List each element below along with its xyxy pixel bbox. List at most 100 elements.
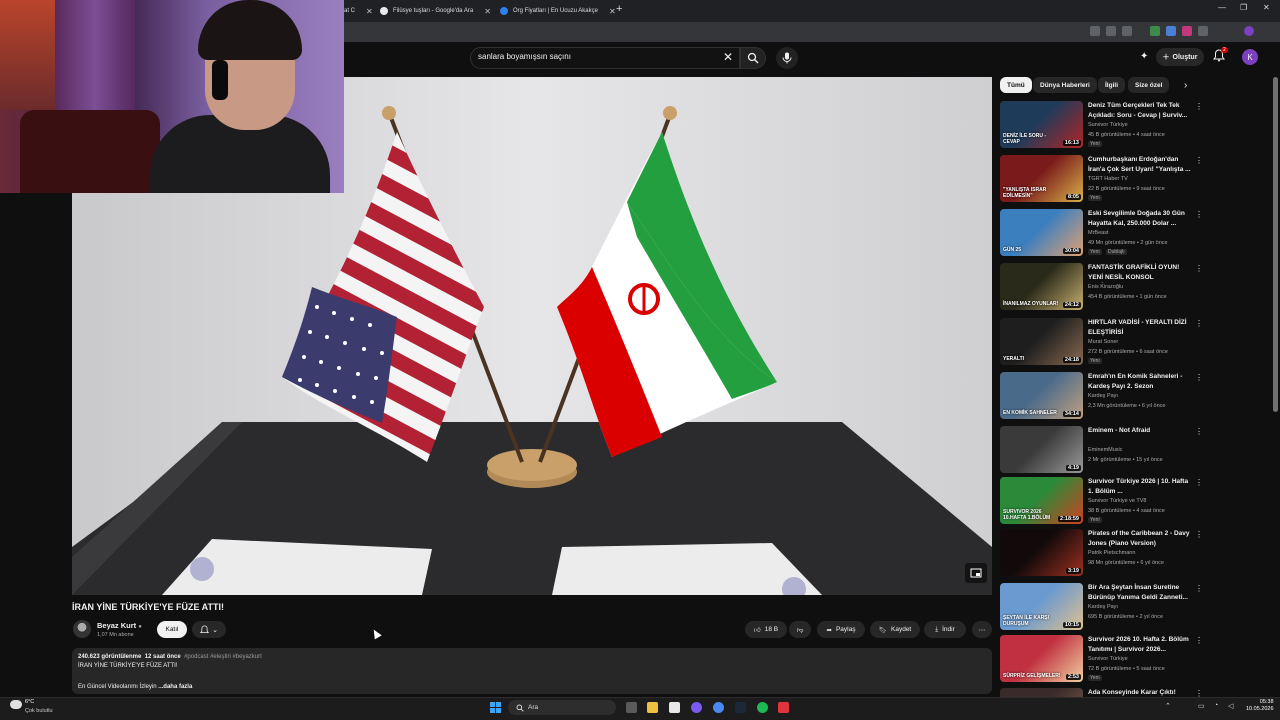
close-tab-icon[interactable]: ✕ xyxy=(609,7,616,16)
close-tab-icon[interactable]: ✕ xyxy=(366,7,373,16)
recommendation-channel[interactable]: Enis Kirazoğlu xyxy=(1088,284,1123,290)
recommendation-item[interactable]: DENİZ İLE SORU - CEVAP 16:13 Deniz Tüm Ger… xyxy=(1000,101,1210,149)
miniplayer-icon[interactable] xyxy=(965,563,987,583)
recommendation-channel[interactable]: TGRT Haber TV xyxy=(1088,176,1128,182)
more-vertical-icon[interactable]: ⋮ xyxy=(1195,636,1203,645)
channel-name-text[interactable]: Beyaz Kurt xyxy=(97,621,136,630)
recommendation-item[interactable]: YERALTI 24:18 HIRTLAR VADİSİ - YERALTI DİZ… xyxy=(1000,318,1210,366)
recommendation-item[interactable]: 3:19 Pirates of the Caribbean 2 - Davy Jo… xyxy=(1000,529,1210,577)
clear-search-icon[interactable]: ✕ xyxy=(723,50,733,64)
windows-start-icon[interactable] xyxy=(490,702,501,713)
recommendation-title[interactable]: Bir Ara Şeytan İnsan Suretine Bürünüp Ya… xyxy=(1088,583,1192,602)
calendar-icon[interactable] xyxy=(669,702,680,713)
chevron-up-icon[interactable]: ⌃ xyxy=(1165,702,1171,710)
create-button[interactable]: ＋ Oluştur xyxy=(1156,48,1204,66)
recommendation-title[interactable]: Emrah'ın En Komik Sahneleri - Kardeş Pay… xyxy=(1088,372,1192,391)
save-button[interactable]: 🔖︎ Kaydet xyxy=(870,621,920,638)
recommendation-title[interactable]: Eski Sevgilimle Doğada 30 Gün Hayatta Ka… xyxy=(1088,209,1192,228)
recommendation-item[interactable]: ŞEYTAN İLE KARŞI DURUŞUM 10:15 Bir Ara Şey… xyxy=(1000,583,1210,631)
recommendation-channel[interactable]: Survivor Türkiye xyxy=(1088,122,1128,128)
subscribe-notifications-button[interactable]: ⌄ xyxy=(192,621,226,638)
close-window-button[interactable]: ✕ xyxy=(1263,3,1270,12)
profile-icon[interactable] xyxy=(1244,26,1254,36)
recommendation-item[interactable]: EN KOMİK SAHNELER 34:14 Emrah'ın En Komik … xyxy=(1000,372,1210,420)
minimize-button[interactable]: — xyxy=(1218,3,1226,12)
more-vertical-icon[interactable]: ⋮ xyxy=(1195,530,1203,539)
cloud-icon[interactable] xyxy=(10,700,22,709)
user-avatar[interactable]: K xyxy=(1242,49,1258,65)
recommendation-title[interactable]: Cumhurbaşkanı Erdoğan'dan İran'a Çok Ser… xyxy=(1088,155,1192,174)
more-vertical-icon[interactable]: ⋮ xyxy=(1195,264,1203,273)
star-icon[interactable] xyxy=(1122,26,1132,36)
recommendation-thumbnail[interactable]: SURVIVOR 2026 10.HAFTA 1.BÖLÜM 2:18:59 xyxy=(1000,477,1083,524)
recommendation-thumbnail[interactable]: YERALTI 24:18 xyxy=(1000,318,1083,365)
share-button[interactable]: ➦ Paylaş xyxy=(817,621,865,638)
browser-tab[interactable]: Filüsye tuşları - Google'da Ara ✕ xyxy=(374,2,497,20)
taskbar-search[interactable]: Ara xyxy=(508,700,616,715)
cast-icon[interactable] xyxy=(1090,26,1100,36)
obs-icon[interactable] xyxy=(778,702,789,713)
chevron-right-icon[interactable]: › xyxy=(1184,80,1187,91)
wifi-icon[interactable]: ◔ xyxy=(1214,702,1218,709)
recommendation-channel[interactable]: Patrik Pietschmann xyxy=(1088,550,1135,556)
maximize-button[interactable]: ❐ xyxy=(1240,3,1247,12)
recommendation-title[interactable]: Eminem - Not Afraid xyxy=(1088,426,1192,436)
more-vertical-icon[interactable]: ⋮ xyxy=(1195,584,1203,593)
more-vertical-icon[interactable]: ⋮ xyxy=(1195,373,1203,382)
recommendation-thumbnail[interactable]: İNANILMAZ OYUNLAR! 24:12 xyxy=(1000,263,1083,310)
recommendation-channel[interactable]: MrBeast xyxy=(1088,230,1108,236)
weather-temperature[interactable]: 6°C xyxy=(25,699,34,705)
chip-world-news[interactable]: Dünya Haberleri xyxy=(1033,77,1097,93)
scrollbar[interactable] xyxy=(1273,77,1278,412)
recommendation-item[interactable]: GÜN 25 30:04 Eski Sevgilimle Doğada 30 Gün… xyxy=(1000,209,1210,257)
recommendation-channel[interactable]: Murat Soner xyxy=(1088,339,1118,345)
file-explorer-icon[interactable] xyxy=(647,702,658,713)
download-button[interactable]: ⤓ İndir xyxy=(924,621,966,638)
channel-avatar[interactable] xyxy=(73,620,91,638)
recommendation-item[interactable]: İNANILMAZ OYUNLAR! 24:12 FANTASTİK GRAFİKL… xyxy=(1000,263,1210,311)
recommendation-item[interactable]: 4:19 Eminem - Not Afraid EminemMusic 2 Mr g… xyxy=(1000,426,1210,474)
search-button[interactable] xyxy=(740,47,766,69)
chip-related[interactable]: İlgili xyxy=(1098,77,1125,93)
chip-for-you[interactable]: Size özel xyxy=(1128,77,1170,93)
recommendation-title[interactable]: HIRTLAR VADİSİ - YERALTI DİZİ ELEŞTİRİSİ xyxy=(1088,318,1192,337)
close-tab-icon[interactable]: ✕ xyxy=(484,7,491,16)
recommendation-title[interactable]: FANTASTİK GRAFİKLİ OYUN! YENİ NESİL KONS… xyxy=(1088,263,1192,283)
recommendation-item[interactable]: SÜRPRİZ GELİŞMELER! 2:53 Survivor 2026 10.… xyxy=(1000,635,1210,683)
puzzle-icon[interactable] xyxy=(1198,26,1208,36)
recommendation-thumbnail[interactable]: GÜN 25 30:04 xyxy=(1000,209,1083,256)
spotify-icon[interactable] xyxy=(757,702,768,713)
recommendation-thumbnail[interactable]: 4:19 xyxy=(1000,426,1083,473)
recommendation-thumbnail[interactable]: EN KOMİK SAHNELER 34:14 xyxy=(1000,372,1083,419)
eye-off-icon[interactable] xyxy=(1106,26,1116,36)
task-view-icon[interactable] xyxy=(626,702,637,713)
more-vertical-icon[interactable]: ⋮ xyxy=(1195,210,1203,219)
system-clock[interactable]: 05:38 10.05.2026 xyxy=(1246,699,1274,713)
hashtags[interactable]: #podcast #eleştiri #beyazkurt xyxy=(184,654,262,660)
recommendation-title[interactable]: Pirates of the Caribbean 2 - Davy Jones … xyxy=(1088,529,1192,548)
chrome-icon[interactable] xyxy=(713,702,724,713)
steam-icon[interactable] xyxy=(735,702,746,713)
voice-search-button[interactable] xyxy=(776,47,798,69)
new-tab-button[interactable]: + xyxy=(616,3,622,15)
channel-name[interactable]: Beyaz Kurt ● xyxy=(97,621,142,630)
volume-icon[interactable]: ◁ xyxy=(1228,702,1233,710)
recommendation-channel[interactable]: Survivor Türkiye ve TV8 xyxy=(1088,498,1146,504)
more-vertical-icon[interactable]: ⋮ xyxy=(1195,102,1203,111)
recommendation-title[interactable]: Deniz Tüm Gerçekleri Tek Tek Açıkladı: S… xyxy=(1088,101,1192,120)
recommendation-thumbnail[interactable]: "YANLIŞTA ISRAR EDİLMESİN" 8:05 xyxy=(1000,155,1083,202)
recommendation-title[interactable]: Survivor 2026 10. Hafta 2. Bölüm Tanıtım… xyxy=(1088,635,1192,654)
extension-icon[interactable] xyxy=(1150,26,1160,36)
dislike-button[interactable]: 👎︎ xyxy=(789,621,811,638)
more-vertical-icon[interactable]: ⋮ xyxy=(1195,427,1203,436)
recommendation-channel[interactable]: EminemMusic xyxy=(1088,447,1123,453)
search-query[interactable]: sanlara boyamışsın saçını xyxy=(478,52,571,61)
network-icon[interactable]: ▭ xyxy=(1198,702,1205,710)
recommendation-channel[interactable]: Kardeş Payı xyxy=(1088,393,1118,399)
recommendation-title[interactable]: Survivor Türkiye 2026 | 10. Hafta 1. Böl… xyxy=(1088,477,1192,496)
join-button[interactable]: Katıl xyxy=(157,621,187,638)
browser-tab[interactable]: Org Fiyatları | En Ucuzu Akakçe ✕ xyxy=(494,2,622,20)
recommendation-item[interactable]: SURVIVOR 2026 10.HAFTA 1.BÖLÜM 2:18:59 Sur… xyxy=(1000,477,1210,525)
like-button[interactable]: 👍︎ 18 B xyxy=(745,621,787,638)
browser-tab[interactable]: at C ✕ xyxy=(338,2,379,20)
